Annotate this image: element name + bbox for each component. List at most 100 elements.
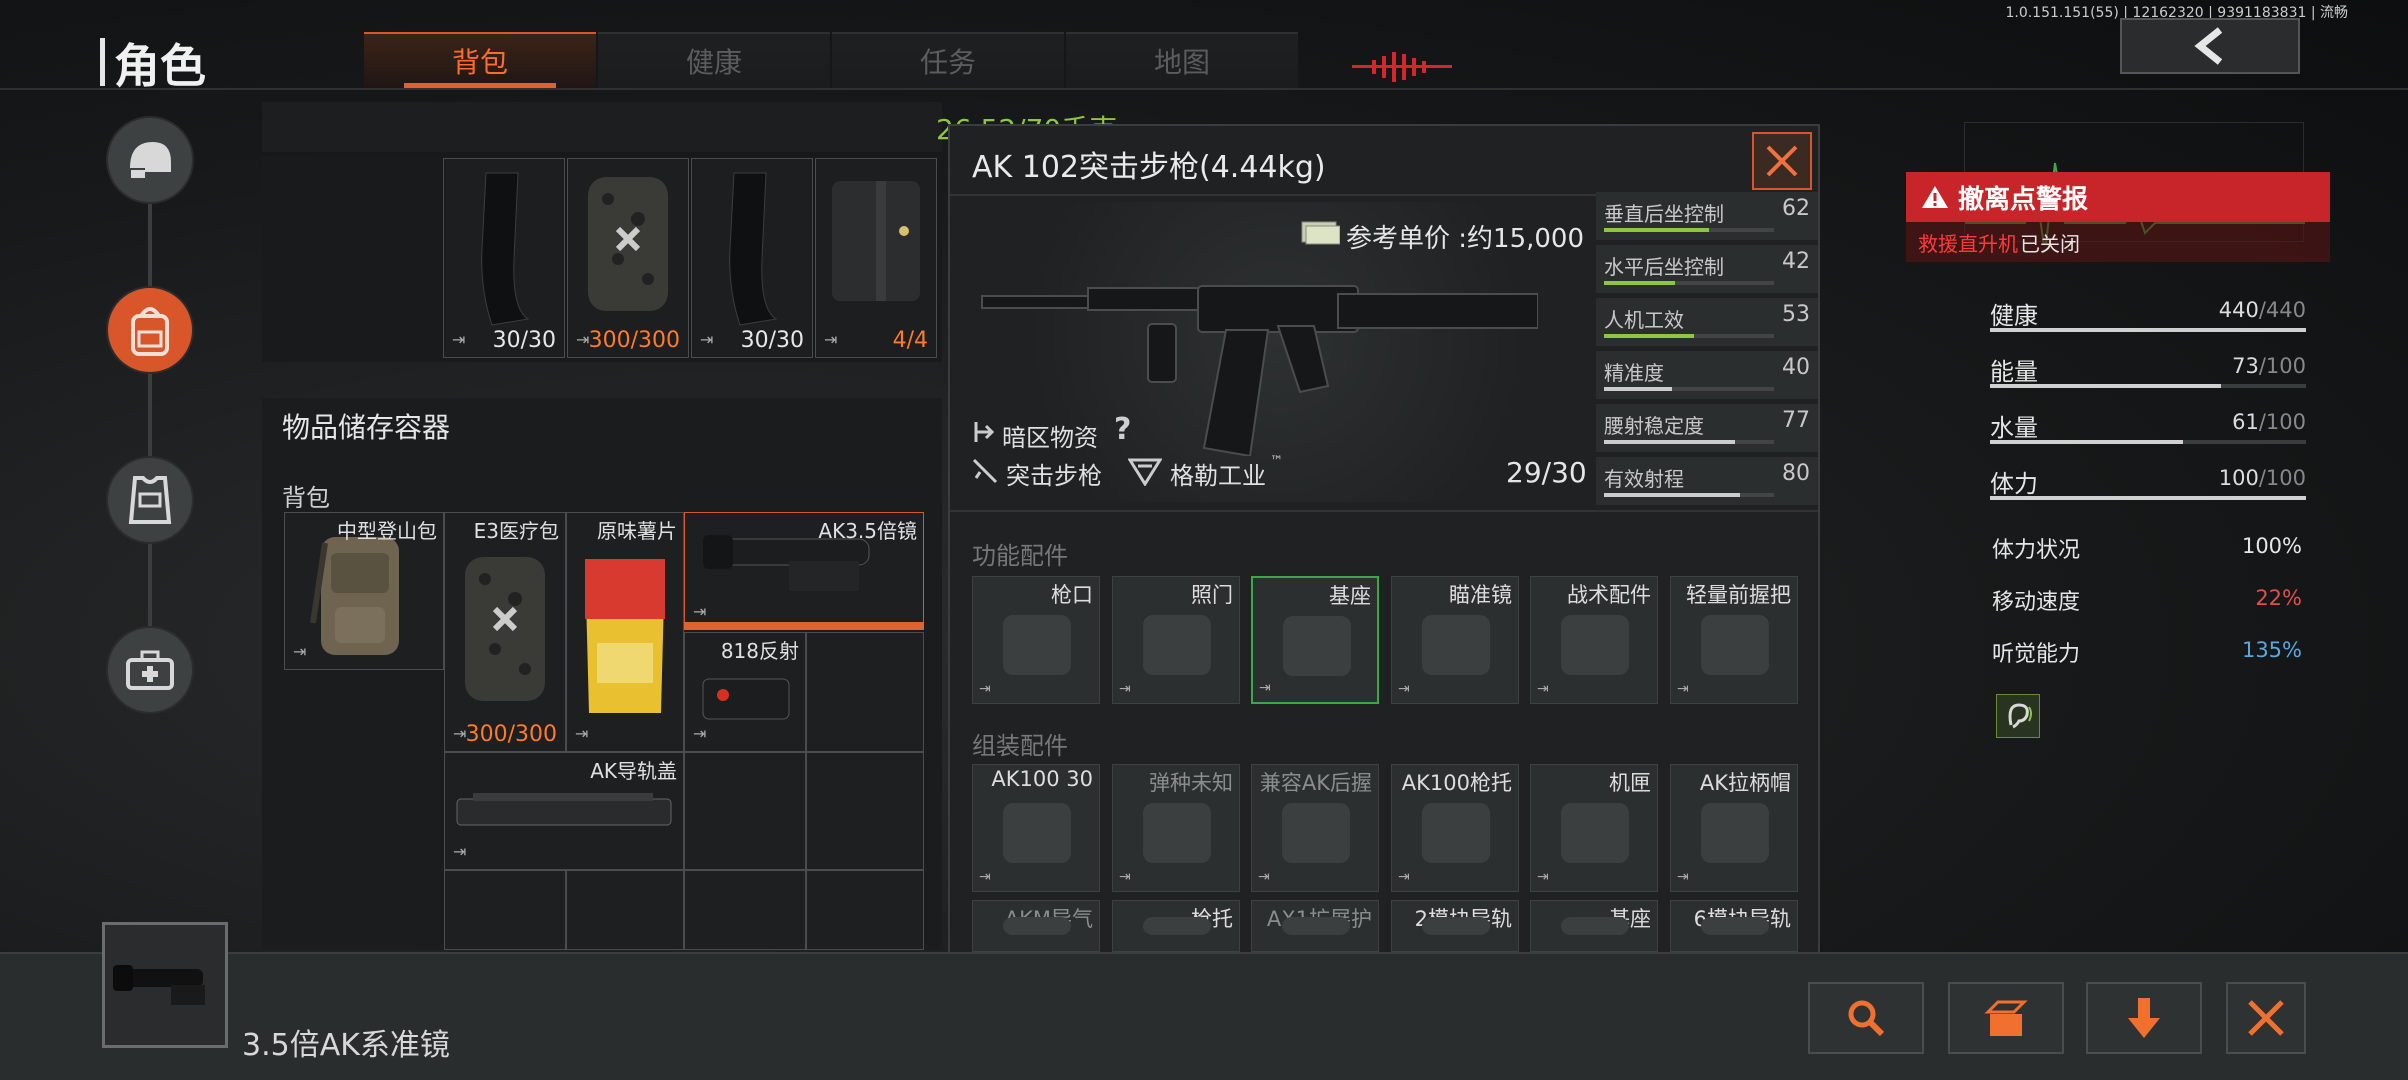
attachment-slot[interactable]: AKM导气 bbox=[972, 900, 1100, 952]
attachment-slot[interactable]: AX1扩展护 bbox=[1251, 900, 1379, 952]
equip-button[interactable] bbox=[2086, 982, 2202, 1054]
attachment-icon bbox=[1003, 803, 1071, 863]
attachment-slot[interactable]: 照门 ⇥ bbox=[1112, 576, 1240, 704]
grid-cell-empty[interactable] bbox=[806, 632, 924, 752]
status-name: 体力状况 bbox=[1992, 538, 2081, 563]
discard-button[interactable] bbox=[2226, 982, 2306, 1054]
grid-item[interactable]: 原味薯片 ⇥ bbox=[566, 512, 684, 752]
title-marker bbox=[100, 38, 105, 86]
grid-item[interactable]: ⇥ 300/300 bbox=[567, 158, 689, 358]
vital-row: 水量 61/100 bbox=[1990, 404, 2306, 444]
attachment-slot[interactable]: 基座 bbox=[1530, 900, 1658, 952]
darkzone-icon bbox=[974, 422, 995, 442]
expand-icon: ⇥ bbox=[1119, 681, 1131, 697]
grid-cell-empty[interactable] bbox=[684, 752, 806, 870]
grid-item[interactable]: ⇥ 4/4 bbox=[815, 158, 937, 358]
grid-cell-empty[interactable] bbox=[566, 870, 684, 950]
nav-backpack-button[interactable] bbox=[106, 286, 194, 374]
attachment-slot[interactable]: AK拉柄帽 ⇥ bbox=[1670, 764, 1798, 892]
maker-trademark: ™ bbox=[1270, 454, 1283, 469]
vital-max: /100 bbox=[2258, 354, 2306, 378]
slot-label: 战术配件 bbox=[1567, 583, 1651, 607]
open-container-button[interactable] bbox=[1948, 982, 2064, 1054]
attachment-slot[interactable]: 枪口 ⇥ bbox=[972, 576, 1100, 704]
nav-helmet-button[interactable] bbox=[106, 116, 194, 204]
vital-bar-fill bbox=[1990, 328, 2306, 332]
attachment-slot[interactable]: 6模块导轨 bbox=[1670, 900, 1798, 952]
slot-label: 兼容AK后握 bbox=[1259, 771, 1372, 795]
vital-value: 440/440 bbox=[2219, 298, 2306, 322]
attachment-icon bbox=[1701, 803, 1769, 863]
nav-medkit-button[interactable] bbox=[106, 626, 194, 714]
expand-icon: ⇥ bbox=[1677, 869, 1689, 885]
inspect-button[interactable] bbox=[1808, 982, 1924, 1054]
item-count: 30/30 bbox=[492, 328, 556, 353]
attachment-slot[interactable]: 兼容AK后握 ⇥ bbox=[1251, 764, 1379, 892]
back-button[interactable] bbox=[2120, 18, 2300, 74]
expand-icon: ⇥ bbox=[1398, 869, 1410, 885]
stat-bar-fill bbox=[1604, 334, 1695, 338]
popup-close-button[interactable] bbox=[1752, 132, 1812, 190]
slot-label: AK拉柄帽 bbox=[1699, 771, 1791, 795]
expand-icon: ⇥ bbox=[693, 724, 707, 743]
vital-bar bbox=[1990, 328, 2306, 332]
reflex-sight-icon bbox=[702, 678, 790, 720]
grid-item[interactable]: 818反射 ⇥ bbox=[684, 632, 806, 752]
status-row: 移动速度 22% bbox=[1992, 580, 2302, 620]
stat-name: 垂直后坐控制 bbox=[1604, 202, 1724, 226]
alert-sub-panel: 救援直升机 已关闭 bbox=[1906, 222, 2330, 262]
grid-item-scope[interactable]: AK3.5倍镜 ⇥ bbox=[684, 512, 924, 630]
attachment-slot[interactable]: 弹种未知 ⇥ bbox=[1112, 764, 1240, 892]
grid-cell-empty[interactable] bbox=[684, 870, 806, 950]
close-icon bbox=[1766, 145, 1798, 177]
stat-value: 40 bbox=[1782, 355, 1810, 380]
tab-health[interactable]: 健康 bbox=[598, 32, 830, 88]
attachment-icon bbox=[1422, 803, 1490, 863]
attachment-slot[interactable]: 轻量前握把 ⇥ bbox=[1670, 576, 1798, 704]
arrow-down-icon bbox=[2128, 998, 2160, 1038]
attachment-slot[interactable]: 瞄准镜 ⇥ bbox=[1391, 576, 1519, 704]
tab-label: 任务 bbox=[919, 46, 976, 79]
tab-tasks[interactable]: 任务 bbox=[832, 32, 1064, 88]
hearing-buff-button[interactable] bbox=[1996, 694, 2040, 738]
attachment-slot[interactable]: AK100枪托 ⇥ bbox=[1391, 764, 1519, 892]
attachment-slot[interactable]: 枪托 bbox=[1112, 900, 1240, 952]
stat-name: 水平后坐控制 bbox=[1604, 255, 1724, 279]
tab-backpack[interactable]: 背包 bbox=[364, 32, 596, 88]
selected-item-thumbnail[interactable] bbox=[102, 922, 228, 1048]
attachment-slot[interactable]: 战术配件 ⇥ bbox=[1530, 576, 1658, 704]
grid-cell-empty[interactable] bbox=[444, 870, 566, 950]
nav-armor-button[interactable] bbox=[106, 456, 194, 544]
expand-icon: ⇥ bbox=[1258, 869, 1270, 885]
help-icon[interactable]: ? bbox=[1114, 412, 1131, 447]
status-value: 22% bbox=[2255, 586, 2302, 610]
grid-cell-empty[interactable] bbox=[806, 752, 924, 870]
grid-item[interactable]: ⇥ 30/30 bbox=[691, 158, 813, 358]
helmet-icon bbox=[130, 142, 171, 178]
attachment-slot[interactable]: 机匣 ⇥ bbox=[1530, 764, 1658, 892]
grid-item-backpack[interactable]: 中型登山包 ⇥ bbox=[284, 512, 444, 670]
stat-bar bbox=[1604, 228, 1774, 232]
wallet-icon bbox=[832, 181, 920, 301]
tab-map[interactable]: 地图 bbox=[1066, 32, 1298, 88]
grid-item[interactable]: AK导轨盖 ⇥ bbox=[444, 752, 684, 870]
selected-marker bbox=[684, 622, 924, 630]
stat-bar bbox=[1604, 493, 1774, 497]
stat-value: 62 bbox=[1782, 196, 1810, 221]
attachment-slot[interactable]: 2模块导轨 bbox=[1391, 900, 1519, 952]
grid-item[interactable]: E3医疗包 ⇥ 300/300 bbox=[444, 512, 566, 752]
grid-cell-empty[interactable] bbox=[806, 870, 924, 950]
status-name: 听觉能力 bbox=[1992, 642, 2081, 667]
vital-name: 能量 bbox=[1990, 358, 2038, 386]
open-box-icon bbox=[1984, 1000, 2028, 1036]
selected-item-name: 3.5倍AK系准镜 bbox=[242, 1028, 450, 1063]
slot-label: 枪口 bbox=[1051, 583, 1093, 607]
attachment-slot[interactable]: AK100 30 ⇥ bbox=[972, 764, 1100, 892]
grid-item[interactable]: ⇥ 30/30 bbox=[443, 158, 565, 358]
vital-bar-fill bbox=[1990, 440, 2183, 444]
attachment-slot[interactable]: 基座 ⇥ bbox=[1251, 576, 1379, 704]
popup-title: AK 102突击步枪(4.44kg) bbox=[972, 150, 1326, 185]
stat-row: 腰射稳定度 77 bbox=[1596, 404, 1818, 454]
extraction-alert[interactable]: 撤离点警报 bbox=[1906, 172, 2330, 222]
item-label: 原味薯片 bbox=[597, 519, 677, 543]
